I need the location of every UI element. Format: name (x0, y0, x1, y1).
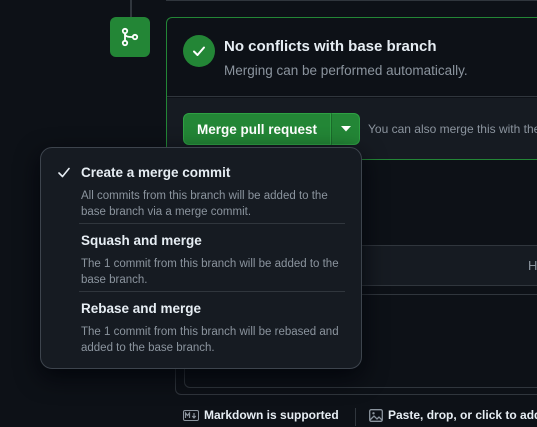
merge-method-menu: Create a merge commit All commits from t… (40, 147, 362, 369)
menu-item-description: The 1 commit from this branch will be ad… (81, 258, 339, 286)
markdown-link[interactable]: Markdown is supported (183, 408, 339, 422)
merge-alternative-hint: You can also merge this with the (368, 122, 537, 136)
merge-status-row: No conflicts with base branch Merging ca… (167, 18, 537, 97)
merge-pull-request-button[interactable]: Merge pull request (183, 113, 331, 145)
menu-item-squash-and-merge[interactable]: Squash and merge The 1 commit from this … (41, 224, 361, 292)
menu-item-create-merge-commit[interactable]: Create a merge commit All commits from t… (41, 148, 361, 226)
merge-status-box: No conflicts with base branch Merging ca… (166, 17, 537, 160)
check-icon (58, 167, 70, 178)
footer-separator (355, 408, 356, 426)
attach-files-button[interactable]: Paste, drop, or click to add f (369, 408, 537, 422)
divider (166, 0, 537, 1)
git-merge-badge (110, 17, 150, 57)
menu-item-rebase-and-merge[interactable]: Rebase and merge The 1 commit from this … (41, 292, 361, 368)
heading-toolbar-button[interactable]: H (528, 258, 537, 273)
menu-item-description: The 1 commit from this branch will be re… (81, 326, 339, 354)
triangle-down-icon (340, 126, 351, 132)
status-subtitle: Merging can be performed automatically. (224, 63, 468, 78)
git-merge-icon (121, 27, 139, 47)
menu-item-title: Squash and merge (81, 233, 202, 248)
attach-files-label: Paste, drop, or click to add f (388, 408, 537, 422)
check-circle-icon (183, 35, 215, 67)
status-title: No conflicts with base branch (224, 38, 437, 55)
merge-method-dropdown-button[interactable] (331, 113, 360, 145)
menu-item-title: Rebase and merge (81, 301, 202, 316)
menu-item-title: Create a merge commit (81, 165, 231, 180)
markdown-label: Markdown is supported (204, 408, 339, 422)
markdown-icon (183, 409, 199, 421)
image-icon (369, 408, 383, 422)
comment-footer: Markdown is supported Paste, drop, or cl… (183, 408, 537, 427)
menu-item-description: All commits from this branch will be add… (81, 190, 328, 218)
